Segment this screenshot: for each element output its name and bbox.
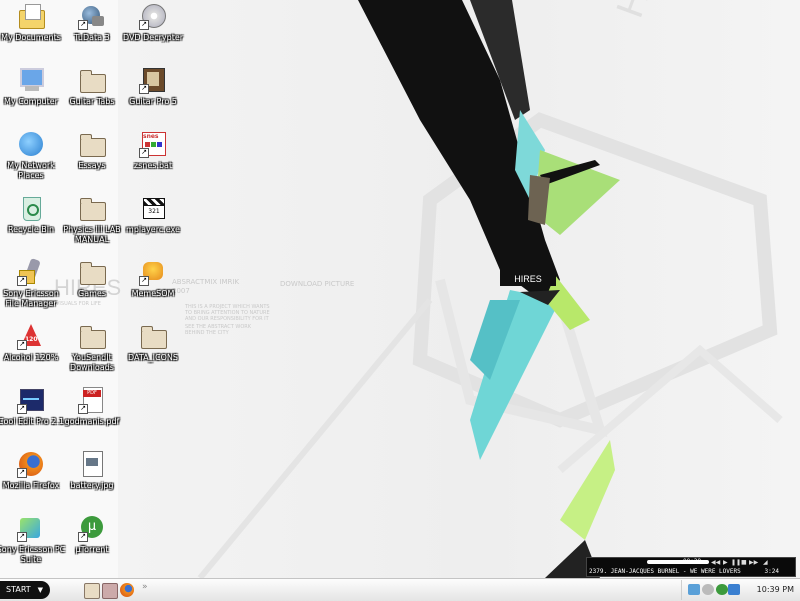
recycle-bin-icon [17, 194, 45, 222]
system-tray: 10:39 PM [681, 580, 800, 600]
my-computer-icon [17, 66, 45, 94]
meme-icon: ↗ [139, 258, 167, 286]
tray-utorrent-icon[interactable] [716, 584, 728, 595]
clapper-icon: 321 [139, 194, 167, 222]
desktop-icon-data-icons[interactable]: DATA_ICONS [118, 322, 188, 363]
image-file-icon [78, 450, 106, 478]
utorrent-icon: µ ↗ [78, 514, 106, 542]
desktop-icon-tudata[interactable]: ↗ TuData 3 [57, 2, 127, 43]
taskbar-clock[interactable]: 10:39 PM [757, 580, 794, 600]
tray-disc-icon[interactable] [702, 584, 714, 595]
folder-icon [78, 130, 106, 158]
folder-icon [78, 322, 106, 350]
desktop-icon-physics-lab-manual[interactable]: Physics III LAB MANUAL [57, 194, 127, 245]
desktop-icon-games[interactable]: Games [57, 258, 127, 299]
tudata-icon: ↗ [78, 2, 106, 30]
desktop-icon-godmanis-pdf[interactable]: PDF ↗ godmanis.pdf [57, 386, 127, 427]
desktop-icon-mplayerc[interactable]: 321 mplayerc.exe [118, 194, 188, 235]
tray-network-icon[interactable] [688, 584, 700, 595]
quicklaunch-more-icon[interactable]: » [142, 582, 148, 592]
player-stop-icon[interactable]: ■ [741, 559, 747, 566]
folder-icon [139, 322, 167, 350]
network-places-icon [17, 130, 45, 158]
quicklaunch-media-icon[interactable] [102, 583, 118, 599]
pc-suite-icon: ↗ [17, 514, 45, 542]
player-volume-icon[interactable]: ◢ [763, 559, 768, 566]
player-play-icon[interactable]: ▶ [723, 559, 728, 566]
desktop-icon-yousendit-downloads[interactable]: YouSendIt Downloads [57, 322, 127, 373]
media-player[interactable]: 00:29 ◀◀ ▶ ❚❚ ■ ▶▶ ◢ 2379. JEAN-JACQUES … [586, 557, 796, 577]
desktop-icon-guitar-pro-5[interactable]: ↗ Guitar Pro 5 [118, 66, 188, 107]
desktop-icon-battery-jpg[interactable]: battery.jpg [57, 450, 127, 491]
desktop-icon-zsnes[interactable]: snes ↗ zsnes.bat [118, 130, 188, 171]
player-prev-icon[interactable]: ◀◀ [711, 559, 720, 566]
desktop-icon-essays[interactable]: Essays [57, 130, 127, 171]
desktop-icon-dvd-decrypter[interactable]: ↗ DVD Decrypter [118, 2, 188, 43]
player-time: 00:29 [683, 558, 702, 565]
desktop: HIRES HIRES HIRES VISUALS FOR LIFE ABSRA… [0, 0, 800, 578]
watermark-download: DOWNLOAD PICTURE [280, 280, 355, 288]
start-arrow-icon: ▼ [37, 586, 43, 594]
player-next-icon[interactable]: ▶▶ [749, 559, 758, 566]
snes-icon: snes ↗ [139, 130, 167, 158]
tray-volume-icon[interactable] [728, 584, 740, 595]
player-track-title: 2379. JEAN-JACQUES BURNEL - WE WERE LOVE… [589, 568, 741, 575]
quicklaunch-firefox-icon[interactable] [120, 583, 134, 597]
watermark-line: BEHIND THE CITY [185, 330, 229, 336]
player-pause-icon[interactable]: ❚❚ [731, 559, 741, 566]
watermark-line: AND OUR RESPONSIBILITY FOR IT [185, 316, 269, 322]
alcohol-icon: 120 ↗ [17, 322, 45, 350]
hires-watermark: HIRES [609, 0, 688, 23]
desktop-icon-guitar-tabs[interactable]: Guitar Tabs [57, 66, 127, 107]
start-button[interactable]: START ▼ [0, 581, 50, 599]
desktop-icon-memesom[interactable]: ↗ MemeSOM [118, 258, 188, 299]
folder-icon [78, 194, 106, 222]
taskbar: START ▼ » 10:39 PM [0, 578, 800, 601]
cool-edit-icon: ↗ [17, 386, 45, 414]
pdf-icon: PDF ↗ [78, 386, 106, 414]
guitar-pro-icon: ↗ [139, 66, 167, 94]
start-label: START [6, 585, 31, 594]
my-documents-icon [17, 2, 45, 30]
desktop-icon-utorrent[interactable]: µ ↗ µTorrent [57, 514, 127, 555]
quicklaunch-show-desktop-icon[interactable] [84, 583, 100, 599]
player-track-length: 3:24 [764, 568, 779, 575]
firefox-icon: ↗ [17, 450, 45, 478]
folder-icon [78, 66, 106, 94]
hires-logo: HIRES [514, 274, 542, 284]
phone-icon: ↗ [17, 258, 45, 286]
folder-icon [78, 258, 106, 286]
dvd-icon: ↗ [139, 2, 167, 30]
